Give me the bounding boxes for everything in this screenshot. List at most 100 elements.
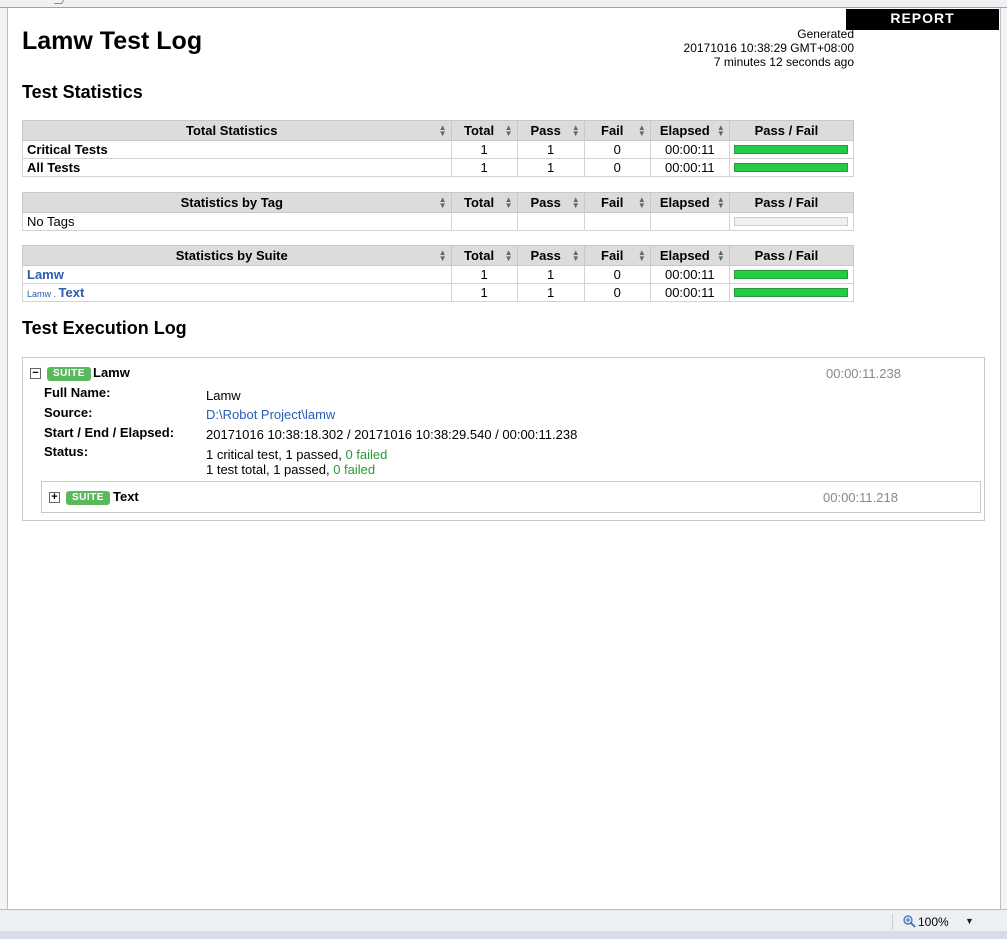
times-value: 20171016 10:38:18.302 / 20171016 10:38:2…: [206, 427, 578, 442]
table-row: Critical Tests 1 1 0 00:00:11: [22, 140, 855, 159]
sort-icon: ▲ ▼: [716, 123, 725, 138]
stat-pass: 1: [516, 283, 585, 302]
stat-fail: 0: [583, 158, 651, 177]
window-top-edge: [0, 0, 1007, 8]
stat-graph: [728, 265, 855, 284]
column-header-pass[interactable]: Pass ▲ ▼: [516, 120, 585, 141]
stat-elapsed: 00:00:11: [649, 283, 730, 302]
execution-log-heading: Test Execution Log: [22, 318, 187, 338]
stat-fail: [583, 212, 651, 231]
sort-icon: ▲ ▼: [716, 195, 725, 210]
stat-elapsed: 00:00:11: [649, 158, 730, 177]
suite-elapsed: 00:00:11.238: [826, 366, 901, 381]
sort-icon: ▲ ▼: [438, 248, 447, 263]
empty-bar: [734, 217, 849, 226]
expand-toggle[interactable]: +: [49, 492, 60, 503]
stat-graph: [728, 283, 855, 302]
sort-icon: ▲ ▼: [637, 195, 646, 210]
stat-name: Critical Tests: [22, 140, 452, 159]
stat-graph: [728, 212, 855, 231]
stat-graph: [728, 158, 855, 177]
stat-pass: 1: [516, 140, 585, 159]
window-bottom-edge: [0, 931, 1007, 939]
stat-fail: 0: [583, 140, 651, 159]
suite-name: Text: [58, 285, 85, 300]
source-link[interactable]: D:\Robot Project\lamw: [206, 407, 335, 422]
stat-pass: 1: [516, 158, 585, 177]
source-value: D:\Robot Project\lamw: [206, 407, 335, 422]
suite-log-text: + SUITE Text 00:00:11.218: [41, 481, 981, 513]
page-title: Lamw Test Log: [22, 27, 203, 55]
total-statistics-table: Total Statistics ▲ ▼ Total ▲ ▼ Pass ▲ ▼ Fail ▲ ▼…: [22, 120, 855, 177]
full-name-value: Lamw: [206, 388, 241, 403]
zoom-level[interactable]: 100%: [918, 915, 949, 929]
suite-elapsed: 00:00:11.218: [823, 490, 898, 505]
stat-name: Lamw: [22, 265, 452, 284]
stat-pass: 1: [516, 265, 585, 284]
stat-total: [450, 212, 518, 231]
window-left-edge: [0, 8, 8, 909]
stat-name: No Tags: [22, 212, 452, 231]
suite-title[interactable]: Text: [113, 489, 139, 504]
sort-icon: ▲ ▼: [504, 195, 513, 210]
column-header-total[interactable]: Total ▲ ▼: [450, 245, 518, 266]
column-header-pass-fail: Pass / Fail: [728, 120, 855, 141]
source-label: Source:: [44, 405, 93, 420]
column-header-total[interactable]: Total ▲ ▼: [450, 192, 518, 213]
column-header-pass[interactable]: Pass ▲ ▼: [516, 192, 585, 213]
column-header-pass[interactable]: Pass ▲ ▼: [516, 245, 585, 266]
status-value: 1 critical test, 1 passed, 0 failed 1 te…: [206, 447, 387, 477]
stat-total: 1: [450, 265, 518, 284]
column-header-fail[interactable]: Fail ▲ ▼: [583, 245, 651, 266]
suite-link-lamw[interactable]: Lamw: [27, 267, 64, 282]
report-link[interactable]: REPORT: [846, 9, 999, 30]
generated-info: Generated 20171016 10:38:29 GMT+08:00 7 …: [684, 27, 854, 69]
status-critical: 1 critical test, 1 passed, 0 failed: [206, 447, 388, 462]
column-header-elapsed[interactable]: Elapsed ▲ ▼: [649, 120, 730, 141]
stat-total: 1: [450, 140, 518, 159]
column-header-elapsed[interactable]: Elapsed ▲ ▼: [649, 245, 730, 266]
window-right-edge: [1000, 8, 1007, 909]
column-header-fail[interactable]: Fail ▲ ▼: [583, 120, 651, 141]
triangle-down-icon[interactable]: ▼: [965, 916, 974, 926]
collapse-toggle[interactable]: −: [30, 368, 41, 379]
suite-title[interactable]: Lamw: [93, 365, 130, 380]
suite-link-text[interactable]: Lamw . Text: [27, 285, 84, 300]
sort-icon: ▲ ▼: [571, 248, 580, 263]
divider: [892, 914, 893, 930]
column-header-name[interactable]: Statistics by Suite ▲ ▼: [22, 245, 452, 266]
table-row: Lamw . Text 1 1 0 00:00:11: [22, 283, 855, 302]
pass-bar: [734, 270, 849, 279]
sort-icon: ▲ ▼: [571, 195, 580, 210]
generated-timestamp: 20171016 10:38:29 GMT+08:00: [683, 41, 854, 55]
column-header-elapsed[interactable]: Elapsed ▲ ▼: [649, 192, 730, 213]
times-label: Start / End / Elapsed:: [44, 425, 175, 440]
stat-name: Lamw . Text: [22, 283, 452, 302]
column-header-name[interactable]: Statistics by Tag ▲ ▼: [22, 192, 452, 213]
table-row: Lamw 1 1 0 00:00:11: [22, 265, 855, 284]
page-content: REPORT Lamw Test Log Generated 20171016 …: [9, 9, 999, 909]
sort-icon: ▲ ▼: [504, 248, 513, 263]
sort-icon: ▲ ▼: [438, 123, 447, 138]
full-name-label: Full Name:: [44, 385, 111, 400]
suite-statistics-table: Statistics by Suite ▲ ▼ Total ▲ ▼ Pass ▲ ▼ Fai…: [22, 245, 855, 302]
suite-badge: SUITE: [66, 491, 110, 505]
stat-fail: 0: [583, 265, 651, 284]
column-header-fail[interactable]: Fail ▲ ▼: [583, 192, 651, 213]
stat-total: 1: [450, 283, 518, 302]
column-header-total[interactable]: Total ▲ ▼: [450, 120, 518, 141]
stat-pass: [516, 212, 585, 231]
column-header-name[interactable]: Total Statistics ▲ ▼: [22, 120, 452, 141]
suite-log-lamw: − SUITE Lamw 00:00:11.238 Full Name: Lam…: [22, 357, 985, 521]
stat-elapsed: 00:00:11: [649, 265, 730, 284]
sort-icon: ▲ ▼: [637, 248, 646, 263]
column-header-pass-fail: Pass / Fail: [728, 245, 855, 266]
stat-total: 1: [450, 158, 518, 177]
pass-bar: [734, 288, 849, 297]
status-label: Status:: [44, 444, 89, 459]
stat-name: All Tests: [22, 158, 452, 177]
magnifier-icon[interactable]: [903, 915, 916, 928]
sort-icon: ▲ ▼: [637, 123, 646, 138]
status-total: 1 test total, 1 passed, 0 failed: [206, 462, 376, 477]
pass-bar: [734, 145, 849, 154]
